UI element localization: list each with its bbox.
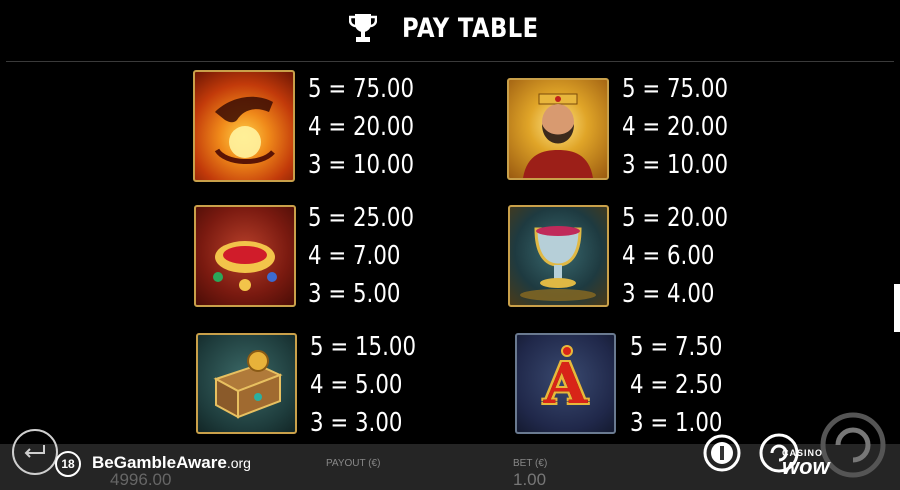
letter-a-glyph: A [543,351,588,417]
paytable-value: 4 = 7.00 [308,241,401,271]
ruby-gem-icon [561,345,573,357]
paytable-value: 5 = 25.00 [308,203,415,233]
casino-wow-logo: CASINO wow [782,448,830,479]
paytable-value: 5 = 75.00 [622,74,729,104]
paytable-value: 4 = 5.00 [310,370,403,400]
gamble-aware-text: BeGambleAware [92,453,227,472]
paytable-value: 4 = 20.00 [622,112,729,142]
paytable-value: 3 = 4.00 [622,279,715,309]
paytable-value: 3 = 3.00 [310,408,403,438]
letter-a-symbol: A [515,333,616,434]
ruby-crown-symbol [194,205,296,307]
paytable-value: 4 = 2.50 [630,370,723,400]
paytable-value: 5 = 7.50 [630,332,723,362]
chalice-symbol [508,205,609,307]
scrollbar-thumb[interactable] [894,284,900,332]
paytable-value: 5 = 15.00 [310,332,417,362]
paytable-value: 5 = 20.00 [622,203,729,233]
payout-label: PAYOUT (€) [326,458,381,469]
king-portrait-icon [523,93,593,178]
gamble-aware-link[interactable]: BeGambleAware.org [92,453,251,473]
king-symbol [507,78,609,180]
gamble-aware-suffix: .org [226,455,251,471]
chest-icon [213,350,283,419]
paytable-value: 3 = 5.00 [308,279,401,309]
paytable-grid: 5 = 75.00 4 = 20.00 3 = 10.00 5 = 75.00 … [0,0,900,490]
treasure-chest-symbol [196,333,297,434]
coin-icon[interactable] [703,434,741,472]
chalice-icon [520,226,596,301]
brand-main: wow [782,454,830,479]
bet-value: 1.00 [513,470,547,489]
paytable-value: 4 = 6.00 [622,241,715,271]
bet-label: BET (€) [513,458,548,469]
paytable-value: 3 = 10.00 [622,150,729,180]
back-button[interactable] [12,429,58,475]
hand-icon [214,96,275,165]
age-18-badge: 18 [55,451,81,477]
fire-hand-symbol [193,70,295,182]
paytable-value: 5 = 75.00 [308,74,415,104]
crown-icon [213,241,277,291]
paytable-value: 4 = 20.00 [308,112,415,142]
balance-value: 4996.00 [110,470,172,489]
paytable-value: 3 = 10.00 [308,150,415,180]
return-arrow-icon [24,445,45,458]
